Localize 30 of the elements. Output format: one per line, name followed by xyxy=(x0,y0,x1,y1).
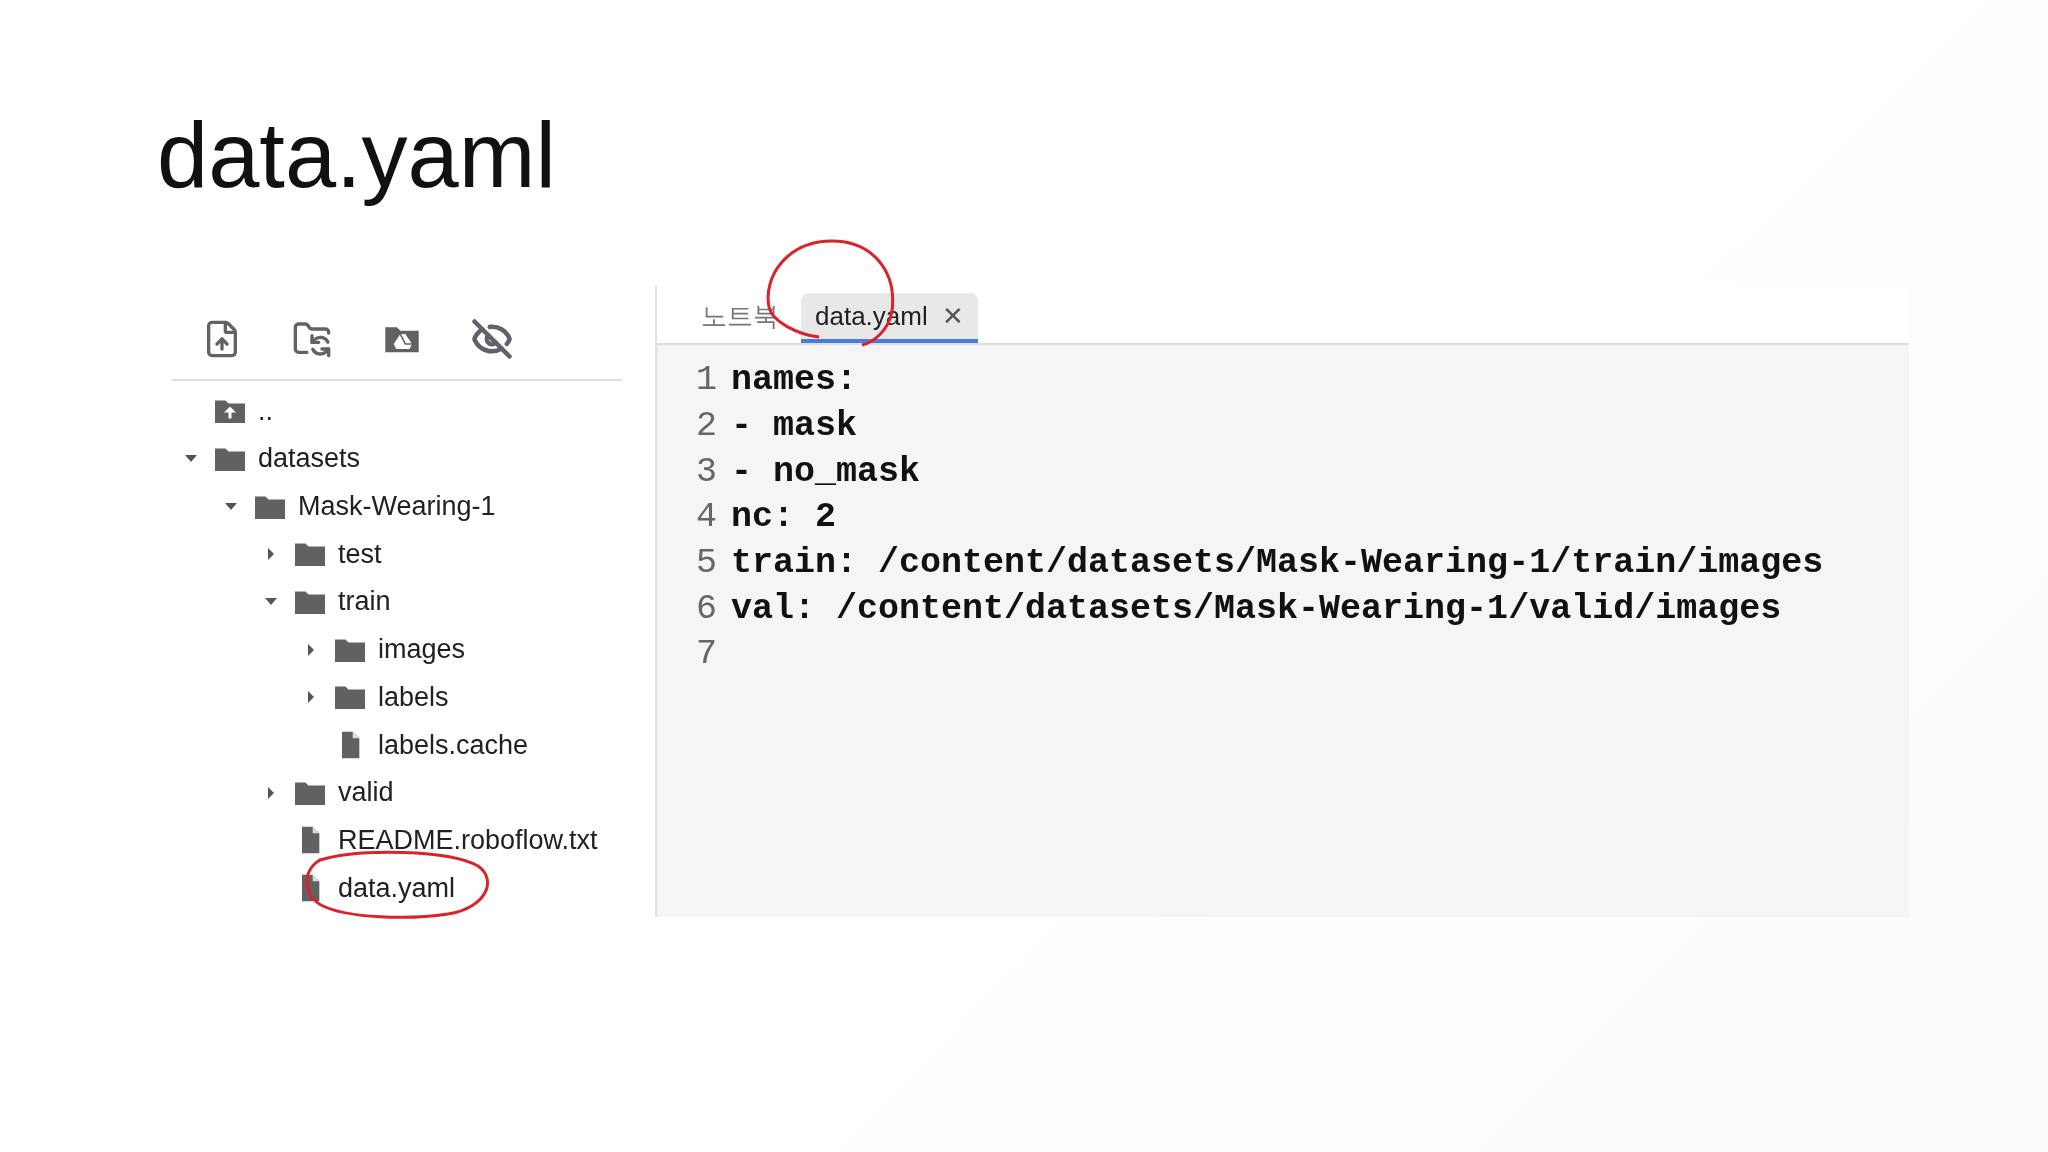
slide-title: data.yaml xyxy=(157,103,557,208)
line-number: 5 xyxy=(695,543,718,583)
tree-item[interactable]: valid xyxy=(338,777,394,809)
line-number: 1 xyxy=(695,360,718,401)
tree-item[interactable]: test xyxy=(338,538,382,570)
tree-item[interactable]: labels xyxy=(378,681,449,713)
tree-item[interactable]: labels.cache xyxy=(378,729,529,761)
line-number: 3 xyxy=(695,451,718,492)
tree-item[interactable]: images xyxy=(378,634,466,666)
code-line: nc: 2 xyxy=(731,497,837,538)
tree-item[interactable]: datasets xyxy=(258,443,361,475)
line-number: 7 xyxy=(695,634,718,675)
code-line: - no_mask xyxy=(731,451,921,492)
code-line: names: xyxy=(731,360,858,401)
toolbar-button[interactable] xyxy=(470,317,514,362)
line-number: 6 xyxy=(695,588,718,629)
tree-item[interactable]: .. xyxy=(258,395,273,427)
tree-item[interactable]: README.roboflow.txt xyxy=(338,824,598,856)
tree-item[interactable]: train xyxy=(338,586,391,618)
code-line: val: /content/datasets/Mask-Wearing-1/valid/images xyxy=(731,588,1782,629)
close-button[interactable]: ✕ xyxy=(941,300,964,332)
line-number: 2 xyxy=(695,405,718,446)
tab-label: 노트북 xyxy=(701,299,779,333)
hide-icon xyxy=(471,318,513,361)
tree-item[interactable]: Mask-Wearing-1 xyxy=(298,491,496,523)
folder-refresh-icon xyxy=(292,319,332,360)
editor-tab[interactable]: 노트북 xyxy=(687,293,793,344)
code-line: - mask xyxy=(731,405,858,446)
code-line: train: /content/datasets/Mask-Wearing-1/train/images xyxy=(731,543,1824,583)
line-number: 4 xyxy=(695,497,718,538)
